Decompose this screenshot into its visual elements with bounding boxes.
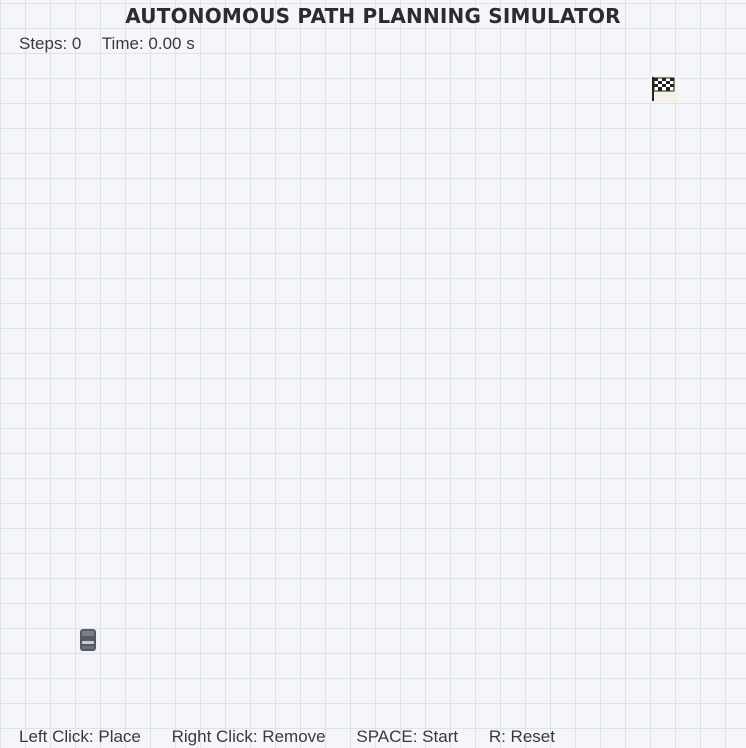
- controls-help: Left Click: Place Right Click: Remove SP…: [19, 727, 581, 747]
- simulator-canvas[interactable]: AUTONOMOUS PATH PLANNING SIMULATOR Steps…: [0, 0, 746, 748]
- steps-counter: Steps: 0: [19, 34, 82, 53]
- stats-bar: Steps: 0 Time: 0.00 s: [19, 34, 211, 54]
- time-counter: Time: 0.00 s: [101, 34, 195, 53]
- robot-icon: [78, 628, 98, 652]
- control-reset: R: Reset: [488, 727, 555, 746]
- control-right-click: Right Click: Remove: [171, 727, 326, 746]
- checkered-flag-icon: [650, 75, 677, 102]
- page-title: AUTONOMOUS PATH PLANNING SIMULATOR: [125, 4, 621, 28]
- control-space: SPACE: Start: [356, 727, 459, 746]
- control-left-click: Left Click: Place: [19, 727, 141, 746]
